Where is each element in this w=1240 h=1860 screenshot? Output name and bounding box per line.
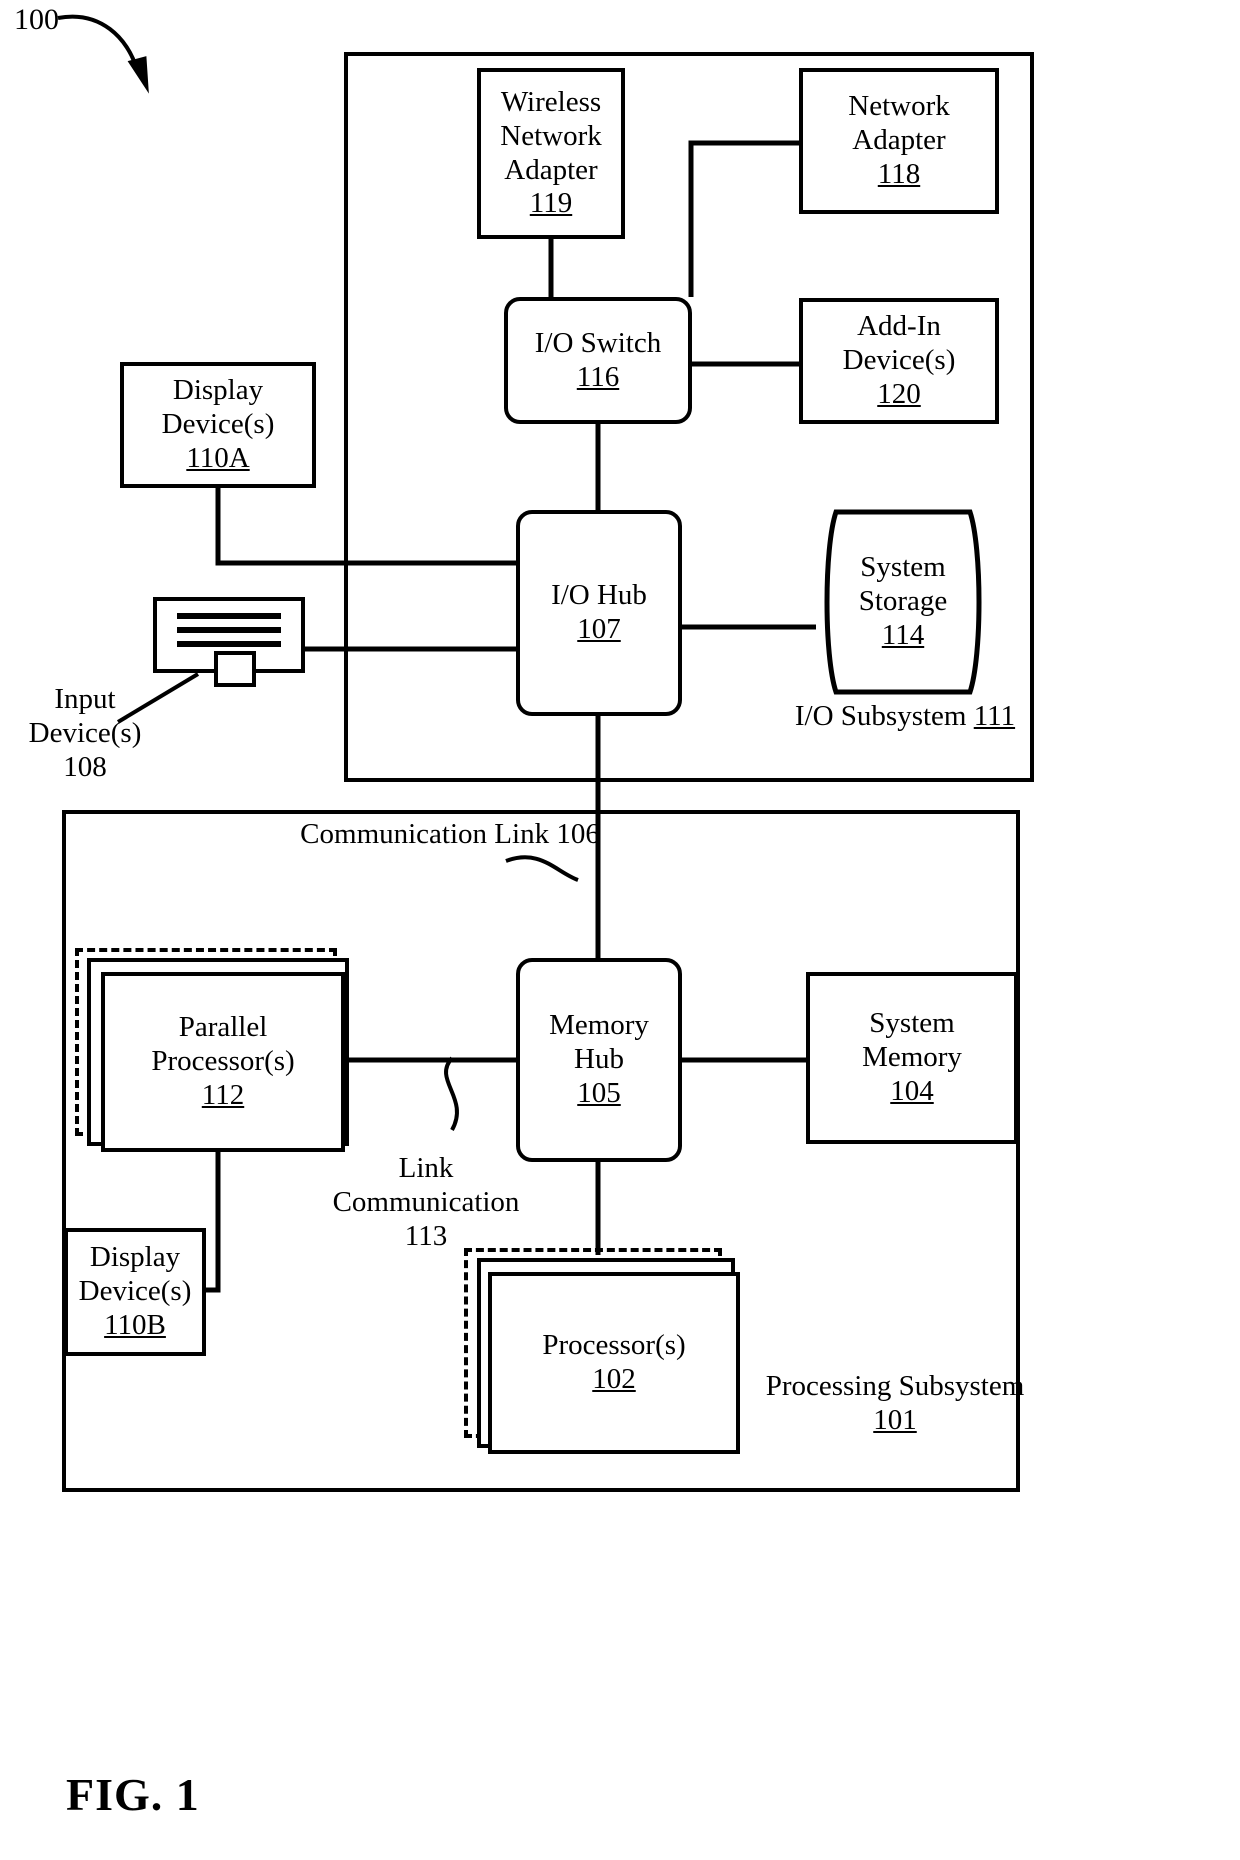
display-device-110b-ref: 110B: [104, 1308, 166, 1341]
io-hub-ref: 107: [577, 613, 621, 645]
display-device-110a-ref: 110A: [186, 441, 250, 474]
processing-subsystem-label-text: Processing Subsystem: [765, 1370, 1025, 1402]
block-display-device-110b[interactable]: Display Device(s) 110B: [64, 1228, 206, 1356]
block-memory-hub[interactable]: Memory Hub 105: [516, 958, 682, 1162]
memory-hub-ref: 105: [577, 1076, 621, 1109]
figure-number-tag: 100: [14, 2, 74, 37]
block-system-storage[interactable]: System Storage 114: [816, 508, 990, 696]
io-subsystem-label-text: I/O Subsystem: [794, 700, 967, 732]
keyboard-icon-bar-2: [177, 627, 281, 633]
display-device-110a-line2: Device(s): [161, 408, 275, 441]
display-device-110b-line2: Device(s): [78, 1275, 192, 1308]
io-subsystem-label: I/O Subsystem 111: [790, 700, 1020, 734]
network-adapter-line2: Adapter: [852, 124, 946, 157]
display-device-110b-line1: Display: [89, 1241, 181, 1274]
network-adapter-line1: Network: [848, 90, 950, 123]
parallel-processors-ref: 112: [201, 1078, 245, 1111]
processors-ref: 102: [592, 1363, 636, 1395]
system-storage-ref: 114: [881, 618, 925, 651]
parallel-processors-line1: Parallel Processor(s): [151, 1011, 295, 1078]
wireless-network-adapter-line1: Wireless: [500, 85, 602, 118]
communication-link-106-callout: Communication Link 106: [300, 818, 600, 852]
figure-caption-text: FIG. 1: [66, 1769, 200, 1820]
block-io-hub[interactable]: I/O Hub 107: [516, 510, 682, 716]
block-parallel-processors[interactable]: Parallel Processor(s) 112: [101, 972, 345, 1152]
io-switch-line1: I/O Switch: [534, 326, 662, 359]
block-wireless-network-adapter[interactable]: Wireless Network Adapter 119: [477, 68, 625, 239]
input-devices-ref: 108: [63, 750, 107, 783]
block-processors[interactable]: Processor(s) 102: [488, 1272, 740, 1454]
system-memory-ref: 104: [890, 1074, 934, 1107]
communication-link-106-line1: Communication: [300, 818, 488, 850]
input-devices-line2: Device(s): [28, 716, 142, 749]
display-device-110a-line1: Display: [172, 374, 264, 407]
link-communication-113-line2: Communication: [332, 1185, 520, 1218]
wireless-network-adapter-line2: Network: [500, 119, 602, 152]
network-adapter-ref: 118: [877, 157, 921, 190]
keyboard-icon-bar-1: [177, 613, 281, 619]
add-in-devices-ref: 120: [877, 377, 921, 410]
system-memory-line1: System: [869, 1007, 955, 1040]
block-display-device-110a[interactable]: Display Device(s) 110A: [120, 362, 316, 488]
processing-subsystem-label-ref: 101: [873, 1403, 917, 1436]
input-devices-line1: Input: [54, 683, 116, 715]
memory-hub-line1: Memory: [549, 1009, 649, 1042]
processing-subsystem-label: Processing Subsystem 101: [760, 1370, 1030, 1438]
communication-link-106-line2: Link: [494, 818, 550, 850]
io-subsystem-label-ref: 111: [973, 700, 1016, 732]
system-storage-line1: System: [860, 551, 946, 584]
io-switch-ref: 116: [576, 360, 620, 393]
communication-link-106-ref: 106: [556, 818, 600, 850]
block-system-memory[interactable]: System Memory 104: [806, 972, 1018, 1144]
link-communication-113-line1: Link: [398, 1152, 454, 1184]
processors-line1: Processor(s): [542, 1329, 686, 1362]
block-add-in-devices[interactable]: Add-In Device(s) 120: [799, 298, 999, 424]
input-devices-callout: Input Device(s) 108: [10, 683, 160, 785]
patent-figure-canvas: Wireless Network Adapter 119 Network Ada…: [0, 0, 1240, 1860]
block-io-switch[interactable]: I/O Switch 116: [504, 297, 692, 424]
system-memory-line2: Memory: [862, 1041, 962, 1074]
figure-caption: FIG. 1: [66, 1768, 200, 1821]
link-communication-113-callout: Link Communication 113: [330, 1152, 522, 1254]
system-storage-line2: Storage: [858, 585, 948, 618]
add-in-devices-line2: Device(s): [842, 344, 956, 377]
keyboard-icon-bar-3: [177, 641, 281, 647]
wireless-network-adapter-line3: Adapter: [504, 153, 598, 186]
figure-number-text: 100: [14, 3, 59, 36]
link-communication-113-ref: 113: [404, 1219, 448, 1252]
wireless-network-adapter-ref: 119: [529, 187, 573, 220]
curved-arrow-icon: [127, 56, 149, 94]
memory-hub-line2: Hub: [574, 1043, 624, 1076]
add-in-devices-line1: Add-In: [857, 310, 941, 343]
io-hub-line1: I/O Hub: [551, 579, 647, 612]
block-network-adapter[interactable]: Network Adapter 118: [799, 68, 999, 214]
